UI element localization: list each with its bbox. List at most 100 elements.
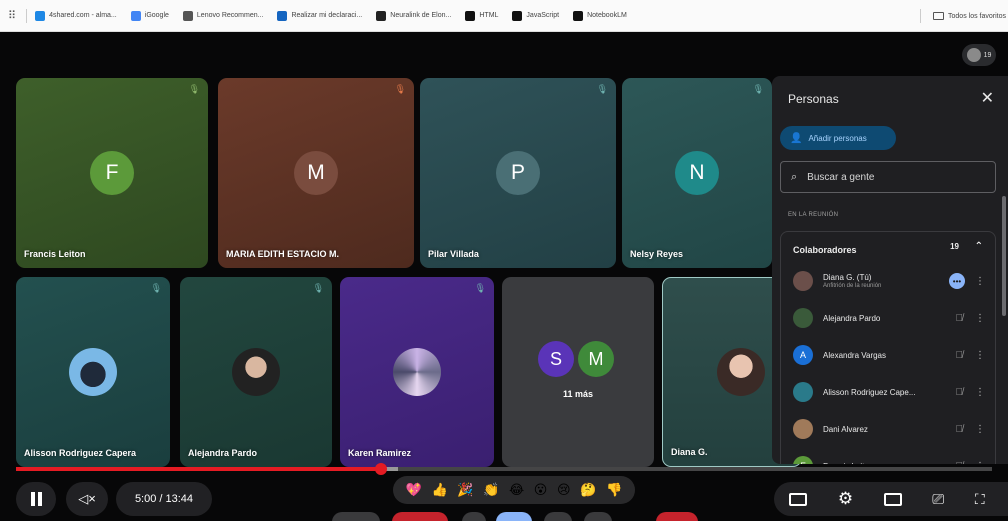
collaborators-header[interactable]: Colaboradores 19 ⌃ (793, 241, 985, 258)
bookmark-item[interactable]: Lenovo Recommen... (182, 10, 263, 21)
reaction-emoji[interactable]: 😢 (557, 482, 571, 498)
fullscreen-icon[interactable]: ⛶ (975, 491, 985, 508)
member-avatar: A (793, 345, 813, 365)
member-row[interactable]: Diana G. (Tú) Anfitrión de la reunión ••• ⋮ (793, 268, 989, 294)
more-participants-tile[interactable]: S M 11 más (502, 277, 654, 467)
progress-scrubber[interactable] (375, 463, 387, 475)
participant-tile[interactable]: M 🎙 MARIA EDITH ESTACIO M. (218, 78, 414, 268)
more-count-label: 11 más (562, 389, 594, 399)
reaction-emoji[interactable]: 👎 (606, 482, 622, 498)
mic-off-icon: 🎙̸ (955, 386, 964, 398)
participant-name: Alisson Rodriguez Capera (24, 448, 137, 458)
mic-off-icon: 🎙 (394, 84, 406, 94)
woman-avatar-icon (232, 348, 280, 396)
bookmark-label: HTML (479, 12, 499, 19)
reaction-emoji[interactable]: 👍 (432, 482, 448, 498)
github-icon (512, 10, 523, 21)
participant-name: Pilar Villada (428, 249, 479, 259)
member-photo-icon (793, 382, 813, 402)
member-text: Francis Leiton (823, 462, 873, 465)
more-options-host-icon[interactable]: ••• (949, 273, 965, 289)
progress-played (16, 467, 381, 471)
close-icon[interactable]: ✕ (981, 88, 994, 108)
avatar-m: M (578, 341, 614, 377)
bookmark-item[interactable]: NotebookLM (573, 10, 627, 21)
bookmark-item[interactable]: HTML (465, 10, 499, 21)
all-bookmarks-label: Todos los favoritos (948, 12, 1006, 20)
mic-off-icon: 🎙 (188, 84, 200, 94)
bookmark-label: JavaScript (526, 12, 560, 19)
bookmark-label: 4shared.com - alma... (49, 12, 117, 19)
bookmark-item[interactable]: 4shared.com - alma... (35, 10, 117, 21)
bookmark-label: NotebookLM (587, 12, 627, 19)
more-vert-icon[interactable]: ⋮ (975, 387, 985, 398)
miniplayer-icon[interactable] (883, 492, 902, 506)
self-view-button[interactable]: 19 (962, 44, 996, 66)
bookmark-item[interactable]: JavaScript (512, 10, 560, 21)
screen: ⠿ 4shared.com - alma... iGoogle Lenovo Rec… (0, 0, 1008, 521)
reaction-emoji[interactable]: 😮 (534, 482, 548, 498)
mic-off-icon: 🎙̸ (956, 461, 964, 465)
more-vert-icon[interactable]: ⋮ (975, 424, 985, 435)
avatar-s: S (538, 341, 574, 377)
member-name: Alexandra Vargas (823, 350, 886, 360)
add-people-label: Añadir personas (808, 133, 867, 143)
participant-tile[interactable]: 🎙 Karen Ramirez (340, 277, 494, 467)
cast-icon[interactable]: ⎚ (932, 491, 944, 508)
participant-tile[interactable]: 🎙 Alisson Rodriguez Capera (16, 277, 170, 467)
reaction-emoji[interactable]: 😂 (509, 482, 524, 498)
reaction-emoji[interactable]: 💖 (406, 482, 422, 498)
participant-tile[interactable]: P 🎙 Pilar Villada (420, 78, 616, 268)
time-display: 5:00 / 13:44 (116, 482, 212, 516)
more-vert-icon[interactable]: ⋮ (975, 461, 985, 465)
participant-tile[interactable]: 🎙 Alejandra Pardo (180, 277, 332, 467)
mic-off-icon: 🎙 (474, 283, 486, 293)
orca-avatar-icon (69, 348, 117, 396)
bookmark-item[interactable]: Neuralink de Elon... (376, 10, 451, 21)
participant-tile[interactable]: N 🎙 Nelsy Reyes (622, 78, 772, 268)
reaction-emoji[interactable]: 🤔 (580, 482, 596, 498)
reaction-emoji[interactable]: 👏 (483, 482, 499, 498)
pause-button[interactable] (16, 482, 56, 516)
pause-icon (30, 492, 42, 506)
panel-title: Personas (788, 92, 839, 106)
more-vert-icon[interactable]: ⋮ (975, 276, 985, 287)
participant-tile[interactable]: F 🎙 Francis Leiton (16, 78, 208, 268)
bookmark-item[interactable]: Realizar mi declaraci... (277, 10, 363, 21)
apps-grid-icon[interactable]: ⠿ (8, 9, 16, 22)
search-people-input[interactable]: ⌕ Buscar a gente (780, 161, 996, 193)
member-row[interactable]: A Alexandra Vargas 🎙̸ ⋮ (793, 342, 989, 368)
member-row[interactable]: Alejandra Pardo 🎙̸ ⋮ (793, 305, 989, 331)
gear-icon[interactable]: ⚙ (838, 489, 853, 509)
all-bookmarks-button[interactable]: Todos los favoritos (918, 0, 1008, 31)
member-row[interactable]: F Francis Leiton 🎙̸ ⋮ (793, 453, 989, 464)
collage-avatar-icon (393, 348, 441, 396)
avatar-initial: P (496, 151, 540, 195)
meet-control-hint (584, 512, 612, 521)
member-name: Alisson Rodriguez Cape... (823, 387, 916, 397)
participant-name: MARIA EDITH ESTACIO M. (226, 249, 339, 259)
bookmark-list: 4shared.com - alma... iGoogle Lenovo Recom… (35, 10, 641, 21)
subtitles-icon[interactable] (789, 492, 808, 506)
bookmarks-bar: ⠿ 4shared.com - alma... iGoogle Lenovo Rec… (0, 0, 1008, 32)
bookmark-label: Realizar mi declaraci... (291, 12, 363, 19)
neuralink-icon (376, 10, 387, 21)
member-row[interactable]: Dani Alvarez 🎙̸ ⋮ (793, 416, 989, 442)
meet-control-hint (496, 512, 532, 521)
mute-button[interactable]: ◁× (66, 482, 108, 516)
more-vert-icon[interactable]: ⋮ (975, 313, 985, 324)
more-vert-icon[interactable]: ⋮ (975, 350, 985, 361)
chevron-up-icon[interactable]: ⌃ (975, 241, 983, 252)
member-text: Alisson Rodriguez Cape... (823, 388, 916, 397)
self-avatar-icon (966, 48, 981, 62)
bookmark-item[interactable]: iGoogle (130, 10, 169, 21)
participant-name: Francis Leiton (24, 249, 86, 259)
reaction-emoji[interactable]: 🎉 (457, 482, 473, 498)
panel-scrollbar[interactable] (1002, 196, 1006, 316)
member-row[interactable]: Alisson Rodriguez Cape... 🎙̸ ⋮ (793, 379, 989, 405)
member-photo-icon (793, 419, 813, 439)
add-people-button[interactable]: 👤 Añadir personas (780, 126, 896, 150)
reactions-bar: 💖 👍 🎉 👏 😂 😮 😢 🤔 👎 (393, 476, 635, 504)
member-text: Dani Alvarez (823, 425, 868, 434)
member-photo-icon (793, 308, 813, 328)
